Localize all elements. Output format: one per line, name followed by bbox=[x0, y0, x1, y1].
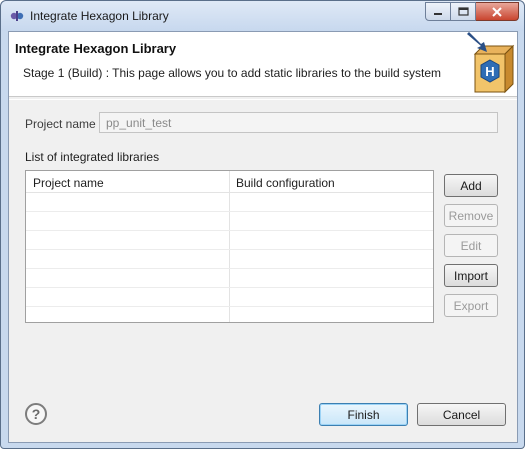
table-row[interactable] bbox=[26, 212, 433, 231]
project-name-label: Project name bbox=[25, 117, 96, 131]
table-header: Project name Build configuration bbox=[26, 171, 433, 193]
table-cell bbox=[230, 212, 433, 230]
maximize-button[interactable] bbox=[451, 2, 476, 21]
table-row[interactable] bbox=[26, 231, 433, 250]
libraries-list-label: List of integrated libraries bbox=[25, 150, 160, 164]
libraries-table[interactable]: Project name Build configuration bbox=[25, 170, 434, 323]
cancel-button[interactable]: Cancel bbox=[417, 403, 506, 426]
table-cell bbox=[26, 193, 230, 211]
table-cell bbox=[26, 231, 230, 249]
column-header-project-name[interactable]: Project name bbox=[26, 171, 230, 192]
dialog-content: Integrate Hexagon Library Stage 1 (Build… bbox=[8, 31, 518, 443]
close-button[interactable] bbox=[476, 2, 519, 21]
table-cell bbox=[26, 307, 230, 322]
table-cell bbox=[230, 193, 433, 211]
remove-button[interactable]: Remove bbox=[444, 204, 498, 227]
edit-button[interactable]: Edit bbox=[444, 234, 498, 257]
table-cell bbox=[26, 212, 230, 230]
close-icon bbox=[492, 6, 502, 17]
maximize-icon bbox=[457, 7, 469, 16]
table-cell bbox=[26, 269, 230, 287]
minimize-button[interactable] bbox=[425, 2, 451, 21]
wizard-title: Integrate Hexagon Library bbox=[15, 41, 177, 56]
import-button[interactable]: Import bbox=[444, 264, 498, 287]
table-cell bbox=[26, 250, 230, 268]
dialog-window: Integrate Hexagon Library Integrate Hexa… bbox=[0, 0, 525, 449]
table-row[interactable] bbox=[26, 269, 433, 288]
table-cell bbox=[230, 288, 433, 306]
column-header-build-configuration[interactable]: Build configuration bbox=[230, 171, 433, 192]
table-row[interactable] bbox=[26, 307, 433, 322]
minimize-icon bbox=[434, 12, 442, 15]
help-icon[interactable]: ? bbox=[25, 403, 47, 425]
export-button[interactable]: Export bbox=[444, 294, 498, 317]
hexagon-letter: H bbox=[485, 64, 494, 79]
wizard-banner: Integrate Hexagon Library Stage 1 (Build… bbox=[9, 32, 517, 97]
table-cell bbox=[26, 288, 230, 306]
title-bar[interactable]: Integrate Hexagon Library bbox=[1, 1, 524, 31]
window-controls bbox=[425, 2, 519, 21]
hexagon-box-icon: H bbox=[467, 32, 515, 94]
table-cell bbox=[230, 307, 433, 322]
project-name-field[interactable] bbox=[99, 112, 498, 133]
add-button[interactable]: Add bbox=[444, 174, 498, 197]
eclipse-plugin-icon bbox=[10, 11, 24, 21]
table-row[interactable] bbox=[26, 288, 433, 307]
banner-separator bbox=[9, 99, 517, 100]
window-title: Integrate Hexagon Library bbox=[30, 9, 169, 23]
table-cell bbox=[230, 250, 433, 268]
finish-button[interactable]: Finish bbox=[319, 403, 408, 426]
table-row[interactable] bbox=[26, 193, 433, 212]
table-row[interactable] bbox=[26, 250, 433, 269]
wizard-description: Stage 1 (Build) : This page allows you t… bbox=[23, 66, 441, 80]
table-cell bbox=[230, 231, 433, 249]
table-cell bbox=[230, 269, 433, 287]
